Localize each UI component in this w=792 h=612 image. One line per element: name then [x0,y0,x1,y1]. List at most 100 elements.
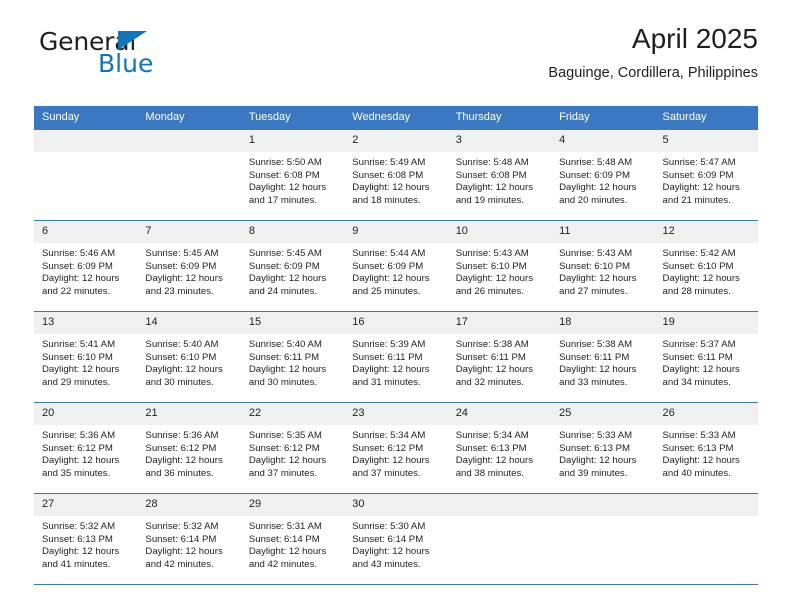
day-number [137,130,241,152]
day-details: Sunrise: 5:37 AM Sunset: 6:11 PM Daylight:… [655,334,758,389]
day-detail-daylight2: and 21 minutes. [662,194,731,206]
generalblue-logo[interactable]: General Blue [39,27,239,78]
weekday-header-tuesday: Tuesday [240,106,345,130]
day-detail-daylight1: Daylight: 12 hours [352,273,430,285]
day-detail-sunrise: Sunrise: 5:49 AM [352,157,426,168]
day-detail-sunrise: Sunrise: 5:50 AM [248,157,322,168]
calendar-day-cell[interactable]: 3 Sunrise: 5:48 AM Sunset: 6:08 PM Daylight… [447,130,552,221]
day-details: Sunrise: 5:43 AM Sunset: 6:10 PM Daylight:… [551,243,654,298]
day-details: Sunrise: 5:42 AM Sunset: 6:10 PM Daylight:… [655,243,758,298]
day-details: Sunrise: 5:48 AM Sunset: 6:09 PM Daylight:… [551,152,654,207]
day-detail-daylight1: Daylight: 12 hours [42,455,120,467]
calendar-day-cell[interactable]: 23 Sunrise: 5:34 AM Sunset: 6:12 PM Dayligh… [344,402,448,494]
day-detail-daylight1: Daylight: 12 hours [248,546,327,558]
page-title: April 2025 [631,23,758,54]
day-number: 6 [34,221,138,243]
calendar-week-row: 20 Sunrise: 5:36 AM Sunset: 6:12 PM Dayligh… [34,402,758,494]
day-detail-sunset: Sunset: 6:09 PM [42,260,113,272]
day-number: 27 [34,494,138,516]
day-detail-daylight1: Daylight: 12 hours [145,455,223,467]
day-detail-daylight1: Daylight: 12 hours [145,364,223,376]
calendar-day-cell[interactable]: 5 Sunrise: 5:47 AM Sunset: 6:09 PM Daylight… [654,130,758,221]
calendar-day-cell[interactable]: 15 Sunrise: 5:40 AM Sunset: 6:11 PM Dayligh… [240,311,345,403]
day-detail-daylight2: and 33 minutes. [559,376,628,388]
day-detail-sunset: Sunset: 6:10 PM [145,351,217,363]
day-detail-daylight1: Daylight: 12 hours [145,546,223,558]
day-detail-daylight1: Daylight: 12 hours [662,273,740,285]
day-detail-sunset: Sunset: 6:10 PM [42,351,113,363]
calendar-day-cell[interactable]: 8 Sunrise: 5:45 AM Sunset: 6:09 PM Daylight… [240,220,345,312]
day-detail-daylight2: and 39 minutes. [559,467,628,479]
calendar-day-cell[interactable]: 14 Sunrise: 5:40 AM Sunset: 6:10 PM Dayligh… [137,311,241,403]
day-detail-daylight1: Daylight: 12 hours [352,455,430,467]
calendar-day-cell[interactable]: 13 Sunrise: 5:41 AM Sunset: 6:10 PM Dayligh… [34,311,138,403]
calendar-day-cell[interactable]: 25 Sunrise: 5:33 AM Sunset: 6:13 PM Dayligh… [551,402,655,494]
day-detail-daylight2: and 37 minutes. [352,467,421,479]
calendar-day-cell[interactable]: 27 Sunrise: 5:32 AM Sunset: 6:13 PM Dayligh… [34,493,138,585]
page-subtitle: Baguinge, Cordillera, Philippines [548,65,758,81]
day-number: 21 [137,403,241,425]
day-detail-sunrise: Sunrise: 5:33 AM [559,430,633,441]
day-number: 5 [654,130,758,152]
day-detail-sunset: Sunset: 6:09 PM [145,260,217,272]
day-detail-sunrise: Sunrise: 5:41 AM [42,339,116,350]
calendar-day-cell[interactable]: 26 Sunrise: 5:33 AM Sunset: 6:13 PM Dayligh… [654,402,758,494]
day-details: Sunrise: 5:41 AM Sunset: 6:10 PM Daylight:… [34,334,137,389]
day-details: Sunrise: 5:34 AM Sunset: 6:13 PM Daylight:… [448,425,551,480]
day-number: 17 [447,312,552,334]
day-number: 13 [34,312,138,334]
calendar-day-cell[interactable]: 1 Sunrise: 5:50 AM Sunset: 6:08 PM Daylight… [240,130,345,221]
day-number: 4 [551,130,655,152]
day-detail-sunrise: Sunrise: 5:42 AM [662,248,736,259]
calendar-day-cell[interactable]: 20 Sunrise: 5:36 AM Sunset: 6:12 PM Dayligh… [34,402,138,494]
day-detail-daylight1: Daylight: 12 hours [455,273,534,285]
calendar-day-cell[interactable]: 19 Sunrise: 5:37 AM Sunset: 6:11 PM Dayligh… [654,311,758,403]
day-details: Sunrise: 5:33 AM Sunset: 6:13 PM Daylight:… [551,425,654,480]
calendar-day-cell[interactable]: 9 Sunrise: 5:44 AM Sunset: 6:09 PM Daylight… [344,220,448,312]
day-detail-sunset: Sunset: 6:10 PM [455,260,527,272]
day-number: 1 [240,130,345,152]
day-detail-daylight1: Daylight: 12 hours [42,546,120,558]
calendar-day-cell[interactable]: 11 Sunrise: 5:43 AM Sunset: 6:10 PM Dayligh… [551,220,655,312]
calendar-day-cell[interactable]: 16 Sunrise: 5:39 AM Sunset: 6:11 PM Dayligh… [344,311,448,403]
day-number: 15 [240,312,345,334]
day-detail-sunrise: Sunrise: 5:32 AM [42,521,116,532]
calendar-day-cell[interactable]: 12 Sunrise: 5:42 AM Sunset: 6:10 PM Dayligh… [654,220,758,312]
day-details: Sunrise: 5:36 AM Sunset: 6:12 PM Daylight:… [34,425,137,480]
day-detail-daylight2: and 36 minutes. [145,467,214,479]
day-detail-daylight2: and 18 minutes. [352,194,421,206]
calendar-day-cell[interactable]: 4 Sunrise: 5:48 AM Sunset: 6:09 PM Daylight… [551,130,655,221]
calendar-day-cell[interactable]: 18 Sunrise: 5:38 AM Sunset: 6:11 PM Dayligh… [551,311,655,403]
calendar-day-cell[interactable]: 7 Sunrise: 5:45 AM Sunset: 6:09 PM Daylight… [137,220,241,312]
day-detail-sunset: Sunset: 6:09 PM [352,260,424,272]
day-detail-daylight2: and 30 minutes. [248,376,318,388]
calendar-day-cell[interactable]: 21 Sunrise: 5:36 AM Sunset: 6:12 PM Dayligh… [137,402,241,494]
day-detail-daylight2: and 25 minutes. [352,285,421,297]
day-detail-daylight1: Daylight: 12 hours [248,273,327,285]
day-details: Sunrise: 5:38 AM Sunset: 6:11 PM Daylight:… [551,334,654,389]
calendar-day-cell[interactable]: 30 Sunrise: 5:30 AM Sunset: 6:14 PM Dayligh… [344,493,448,585]
day-detail-sunset: Sunset: 6:10 PM [662,260,734,272]
day-number: 30 [344,494,448,516]
day-detail-daylight1: Daylight: 12 hours [352,364,430,376]
day-detail-daylight2: and 17 minutes. [248,194,318,206]
calendar-day-cell[interactable]: 28 Sunrise: 5:32 AM Sunset: 6:14 PM Dayligh… [137,493,241,585]
day-detail-daylight2: and 34 minutes. [662,376,731,388]
day-detail-sunset: Sunset: 6:13 PM [42,533,113,545]
day-number: 29 [240,494,345,516]
calendar-day-cell[interactable]: 10 Sunrise: 5:43 AM Sunset: 6:10 PM Dayligh… [447,220,552,312]
day-detail-daylight2: and 26 minutes. [455,285,524,297]
calendar-week-row: 1 Sunrise: 5:50 AM Sunset: 6:08 PM Daylight… [34,130,758,221]
calendar-day-cell[interactable]: 24 Sunrise: 5:34 AM Sunset: 6:13 PM Dayligh… [447,402,552,494]
day-detail-sunset: Sunset: 6:14 PM [145,533,217,545]
day-number: 26 [654,403,758,425]
day-number: 20 [34,403,138,425]
calendar-day-cell[interactable]: 2 Sunrise: 5:49 AM Sunset: 6:08 PM Daylight… [344,130,448,221]
calendar-day-cell[interactable]: 29 Sunrise: 5:31 AM Sunset: 6:14 PM Dayligh… [240,493,345,585]
calendar-day-cell[interactable]: 17 Sunrise: 5:38 AM Sunset: 6:11 PM Dayligh… [447,311,552,403]
calendar-day-cell[interactable]: 6 Sunrise: 5:46 AM Sunset: 6:09 PM Daylight… [34,220,138,312]
calendar-day-cell[interactable]: 22 Sunrise: 5:35 AM Sunset: 6:12 PM Dayligh… [240,402,345,494]
day-details: Sunrise: 5:39 AM Sunset: 6:11 PM Daylight:… [344,334,447,389]
day-detail-sunrise: Sunrise: 5:47 AM [662,157,736,168]
day-details: Sunrise: 5:45 AM Sunset: 6:09 PM Daylight:… [137,243,240,298]
